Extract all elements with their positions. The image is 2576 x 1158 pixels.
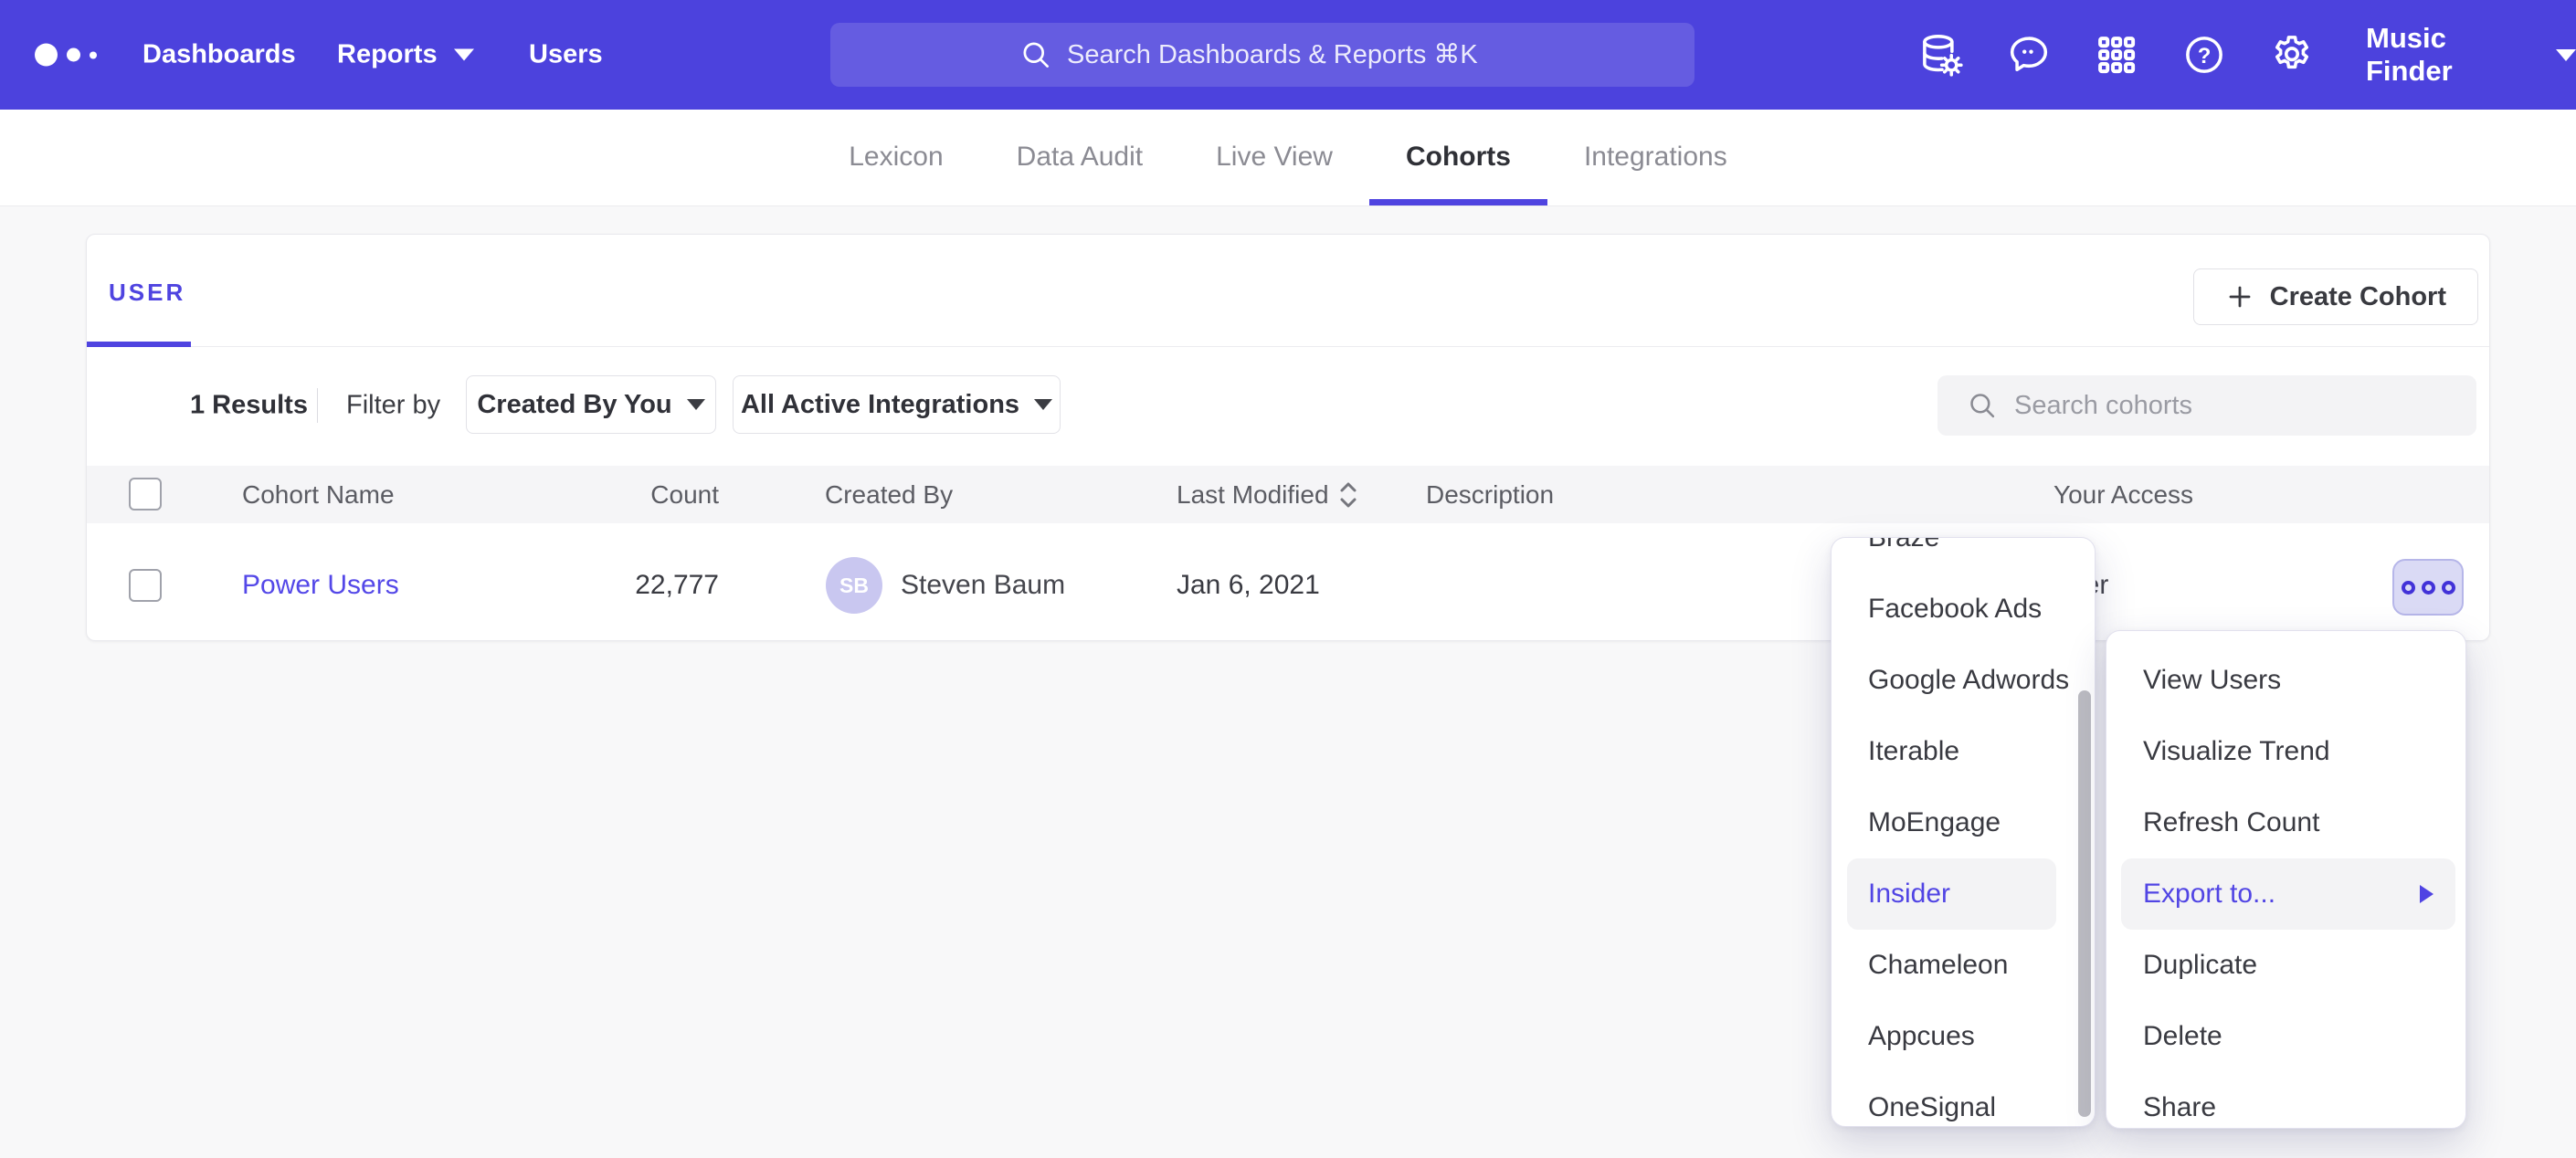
select-all-checkbox[interactable] bbox=[129, 478, 162, 511]
global-search-input[interactable] bbox=[1067, 40, 1505, 70]
row-checkbox[interactable] bbox=[129, 569, 162, 602]
cohort-search-bar[interactable] bbox=[1937, 375, 2476, 436]
menu-item-export-to[interactable]: Export to... bbox=[2121, 858, 2455, 930]
submenu-item-facebook-ads[interactable]: Facebook Ads bbox=[1832, 574, 2095, 645]
filter-by-label: Filter by bbox=[346, 391, 440, 421]
last-modified-date: Jan 6, 2021 bbox=[1177, 570, 1320, 601]
cohort-search-input[interactable] bbox=[2014, 391, 2476, 421]
nav-item-reports[interactable]: Reports bbox=[337, 40, 474, 70]
settings-gear-icon[interactable] bbox=[2269, 32, 2315, 78]
submenu-item-moengage[interactable]: MoEngage bbox=[1832, 787, 2095, 858]
help-icon[interactable]: ? bbox=[2181, 32, 2227, 78]
cohorts-panel: USER Create Cohort 1 Results Filter by C… bbox=[86, 234, 2490, 641]
divider bbox=[317, 388, 318, 423]
project-name: Music Finder bbox=[2366, 22, 2530, 88]
filter-toolbar: 1 Results Filter by Created By You All A… bbox=[87, 375, 2489, 436]
header-count: Count bbox=[525, 480, 719, 510]
mixpanel-logo-icon[interactable] bbox=[35, 44, 97, 67]
search-icon bbox=[1967, 390, 1998, 421]
plus-icon bbox=[2225, 282, 2254, 311]
integrations-filter-dropdown[interactable]: All Active Integrations bbox=[733, 375, 1061, 434]
export-destinations-submenu: Braze Facebook Ads Google Adwords Iterab… bbox=[1831, 537, 2096, 1127]
tab-cohorts[interactable]: Cohorts bbox=[1369, 110, 1547, 205]
ellipsis-icon bbox=[2402, 581, 2415, 595]
nav-item-users[interactable]: Users bbox=[529, 40, 603, 70]
cohort-type-tabbar: USER Create Cohort bbox=[87, 235, 2489, 347]
project-switcher[interactable]: Music Finder bbox=[2366, 22, 2576, 88]
chevron-down-icon bbox=[687, 399, 705, 410]
header-description: Description bbox=[1426, 480, 1554, 510]
tab-live-view[interactable]: Live View bbox=[1179, 110, 1369, 205]
header-your-access: Your Access bbox=[2053, 480, 2193, 510]
table-row: Power Users 22,777 SB Steven Baum Jan 6,… bbox=[87, 523, 2489, 642]
global-search-bar[interactable] bbox=[830, 23, 1694, 87]
nav-item-dashboards[interactable]: Dashboards bbox=[143, 40, 296, 70]
active-tab-underline bbox=[87, 342, 191, 347]
created-by-name: Steven Baum bbox=[901, 570, 1065, 601]
top-navbar: Dashboards Reports Users bbox=[0, 0, 2576, 110]
created-by-filter-dropdown[interactable]: Created By You bbox=[466, 375, 716, 434]
menu-item-view-users[interactable]: View Users bbox=[2106, 645, 2465, 716]
cohort-count: 22,777 bbox=[525, 570, 719, 601]
submenu-item-iterable[interactable]: Iterable bbox=[1832, 716, 2095, 787]
data-management-tabbar: Lexicon Data Audit Live View Cohorts Int… bbox=[0, 110, 2576, 206]
header-last-modified[interactable]: Last Modified bbox=[1177, 480, 1358, 510]
search-icon bbox=[1019, 38, 1052, 71]
header-created-by: Created By bbox=[825, 480, 953, 510]
create-cohort-button[interactable]: Create Cohort bbox=[2193, 268, 2478, 325]
sort-icon bbox=[1338, 481, 1358, 509]
submenu-item-google-adwords[interactable]: Google Adwords bbox=[1832, 645, 2095, 716]
submenu-item-chameleon[interactable]: Chameleon bbox=[1832, 930, 2095, 1001]
submenu-scrollbar[interactable] bbox=[2078, 690, 2091, 1117]
tab-integrations[interactable]: Integrations bbox=[1547, 110, 1764, 205]
menu-item-refresh-count[interactable]: Refresh Count bbox=[2106, 787, 2465, 858]
tab-user-cohorts[interactable]: USER bbox=[109, 279, 185, 307]
app-screen: Dashboards Reports Users bbox=[0, 0, 2576, 1158]
row-context-menu: View Users Visualize Trend Refresh Count… bbox=[2106, 630, 2466, 1129]
cohort-name-link[interactable]: Power Users bbox=[242, 570, 399, 601]
submenu-item-insider[interactable]: Insider bbox=[1847, 858, 2056, 930]
table-header-row: Cohort Name Count Created By Last Modifi… bbox=[87, 466, 2489, 523]
menu-item-delete[interactable]: Delete bbox=[2106, 1001, 2465, 1072]
submenu-item-onesignal[interactable]: OneSignal bbox=[1832, 1072, 2095, 1127]
chevron-down-icon bbox=[1034, 399, 1052, 410]
tab-data-audit[interactable]: Data Audit bbox=[980, 110, 1179, 205]
row-actions-button[interactable] bbox=[2392, 559, 2464, 616]
apps-grid-icon[interactable] bbox=[2094, 32, 2139, 78]
feedback-chat-icon[interactable] bbox=[2006, 32, 2052, 78]
menu-item-visualize-trend[interactable]: Visualize Trend bbox=[2106, 716, 2465, 787]
navbar-icon-group: ? bbox=[1918, 32, 2315, 78]
results-count: 1 Results bbox=[190, 391, 308, 421]
submenu-item-appcues[interactable]: Appcues bbox=[1832, 1001, 2095, 1072]
menu-item-share[interactable]: Share bbox=[2106, 1072, 2465, 1129]
svg-text:?: ? bbox=[2198, 44, 2212, 68]
avatar: SB bbox=[826, 557, 882, 614]
menu-item-duplicate[interactable]: Duplicate bbox=[2106, 930, 2465, 1001]
data-management-icon[interactable] bbox=[1918, 32, 1964, 78]
chevron-down-icon bbox=[454, 49, 474, 61]
tab-lexicon[interactable]: Lexicon bbox=[812, 110, 979, 205]
submenu-arrow-icon bbox=[2420, 885, 2433, 903]
header-cohort-name: Cohort Name bbox=[242, 480, 395, 510]
chevron-down-icon bbox=[2556, 49, 2576, 61]
submenu-item-braze[interactable]: Braze bbox=[1832, 537, 2095, 574]
